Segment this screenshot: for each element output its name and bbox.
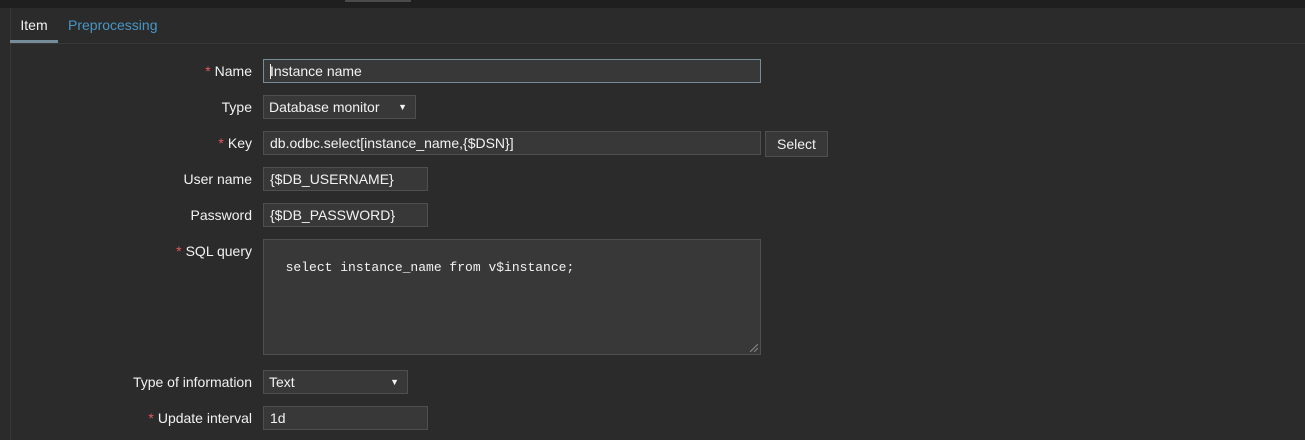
password-input-value: {$DB_PASSWORD}: [270, 207, 396, 223]
tab-bar: Item Preprocessing: [10, 8, 1305, 44]
select-button[interactable]: Select: [765, 131, 828, 157]
tab-item[interactable]: Item: [10, 8, 58, 43]
type-of-information-value: Text: [269, 374, 295, 390]
username-input-value: {$DB_USERNAME}: [270, 171, 394, 187]
tab-item-label: Item: [20, 17, 48, 33]
key-input-value: db.odbc.select[instance_name,{$DSN}]: [270, 135, 514, 151]
type-label: Type: [221, 99, 252, 115]
update-interval-input[interactable]: 1d: [263, 406, 428, 430]
username-input[interactable]: {$DB_USERNAME}: [263, 167, 428, 191]
username-label: User name: [183, 171, 252, 187]
top-bar-element: [345, 0, 411, 2]
type-select[interactable]: Database monitor ▼: [263, 95, 416, 119]
update-interval-value: 1d: [270, 410, 286, 426]
update-interval-label-text: Update interval: [157, 410, 252, 426]
name-input[interactable]: Instance name: [263, 59, 761, 83]
active-tab-indicator: [10, 40, 58, 43]
top-bar: [0, 0, 1305, 8]
key-input[interactable]: db.odbc.select[instance_name,{$DSN}]: [263, 131, 761, 155]
sql-query-label-text: SQL query: [185, 243, 252, 259]
required-marker: *: [148, 410, 154, 426]
required-marker: *: [176, 243, 182, 259]
sql-query-label: * SQL query: [176, 243, 252, 259]
type-select-value: Database monitor: [269, 99, 380, 115]
resize-handle-icon[interactable]: [750, 344, 758, 352]
sql-query-textarea[interactable]: select instance_name from v$instance;: [263, 239, 761, 355]
dropdown-arrow-icon: ▼: [398, 102, 407, 112]
password-input[interactable]: {$DB_PASSWORD}: [263, 203, 428, 227]
required-marker: *: [218, 135, 224, 151]
password-label: Password: [190, 207, 252, 223]
name-label-text: Name: [214, 63, 252, 79]
text-caret: [270, 64, 271, 79]
required-marker: *: [205, 63, 211, 79]
name-input-value: Instance name: [270, 63, 362, 79]
tab-preprocessing-label: Preprocessing: [68, 17, 158, 33]
update-interval-label: * Update interval: [148, 410, 252, 426]
dropdown-arrow-icon: ▼: [390, 377, 399, 387]
key-label: * Key: [218, 135, 252, 151]
key-label-text: Key: [227, 135, 252, 151]
type-of-information-select[interactable]: Text ▼: [263, 370, 408, 394]
tab-preprocessing[interactable]: Preprocessing: [68, 8, 158, 42]
sql-query-value: select instance_name from v$instance;: [285, 260, 575, 275]
type-of-information-label: Type of information: [132, 374, 252, 390]
name-label: * Name: [205, 63, 252, 79]
